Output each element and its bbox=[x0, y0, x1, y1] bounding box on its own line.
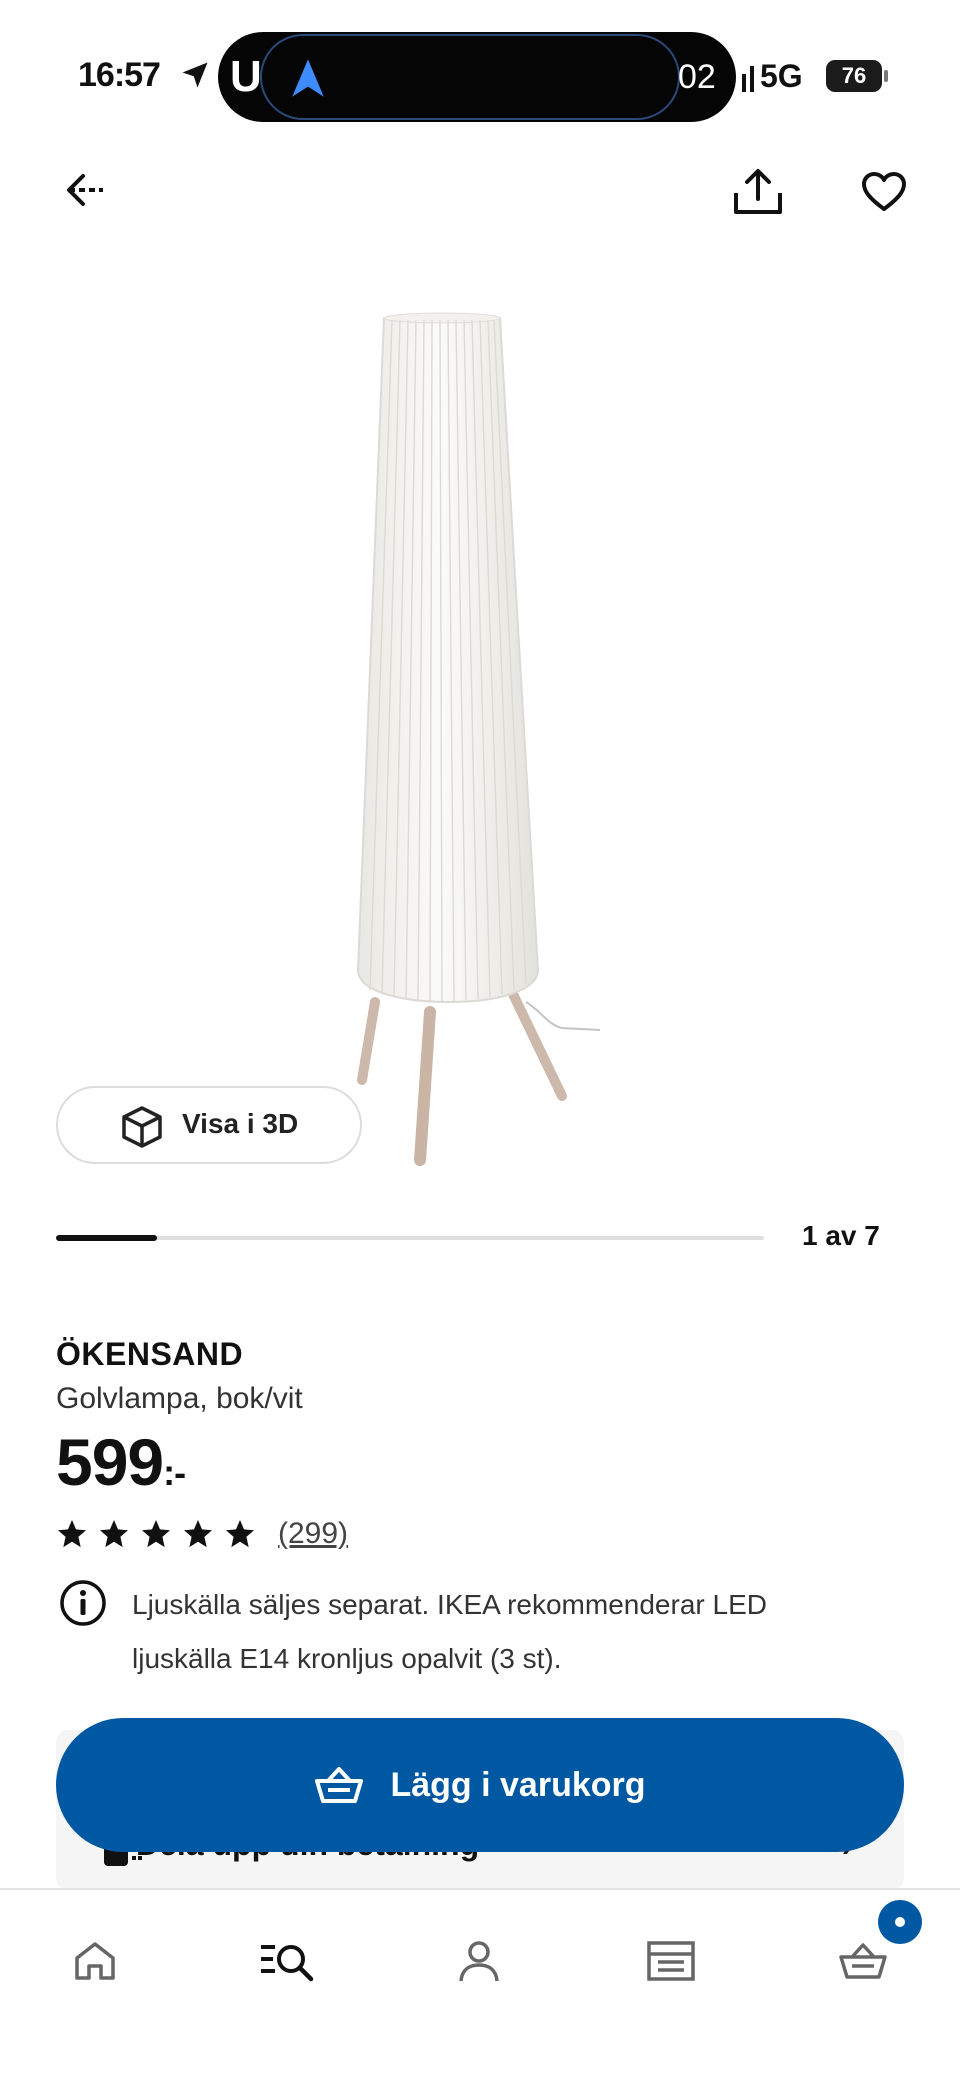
gallery-page-indicator: 1 av 7 bbox=[802, 1220, 880, 1251]
star-icon bbox=[142, 1520, 170, 1548]
star-icon bbox=[100, 1520, 128, 1548]
star-icon bbox=[184, 1520, 212, 1548]
favorite-button[interactable] bbox=[852, 160, 916, 224]
add-to-cart-button[interactable]: Lägg i varukorg bbox=[56, 1718, 904, 1852]
island-value: 02 bbox=[678, 58, 716, 96]
tab-profile[interactable] bbox=[444, 1926, 514, 1996]
share-button[interactable] bbox=[726, 160, 790, 224]
heart-icon bbox=[862, 172, 906, 211]
tab-home[interactable] bbox=[60, 1926, 130, 1996]
island-letter: U bbox=[230, 52, 262, 101]
light-source-info: Ljuskälla säljes separat. IKEA rekommend… bbox=[132, 1589, 767, 1674]
status-bar: 16:57 U 02 5G 76 bbox=[0, 0, 960, 150]
star-icon bbox=[58, 1520, 86, 1548]
cart-badge-dot bbox=[895, 1917, 905, 1927]
search-icon bbox=[261, 1945, 314, 1982]
cart-icon bbox=[839, 1943, 887, 1979]
home-icon bbox=[75, 1942, 115, 1980]
gallery-progress-track bbox=[56, 1235, 764, 1241]
bottom-tab-bar bbox=[0, 1888, 960, 2087]
product-rating[interactable]: (299) bbox=[56, 1514, 348, 1554]
signal-icon bbox=[742, 66, 754, 92]
product-name: ÖKENSAND bbox=[56, 1336, 244, 1372]
back-button[interactable] bbox=[56, 160, 116, 220]
product-description: Golvlampa, bok/vit bbox=[56, 1382, 303, 1415]
location-arrow-icon bbox=[182, 62, 208, 88]
product-price: 599:- bbox=[56, 1424, 186, 1500]
navigation-arrow-icon bbox=[292, 59, 324, 97]
view-3d-button[interactable]: Visa i 3D bbox=[56, 1086, 362, 1164]
gallery-progress-fill bbox=[56, 1235, 158, 1241]
profile-icon bbox=[459, 1941, 499, 1982]
info-icon bbox=[60, 1580, 106, 1626]
battery-indicator: 76 bbox=[826, 60, 882, 92]
add-to-cart-label: Lägg i varukorg bbox=[390, 1765, 646, 1804]
tab-search[interactable] bbox=[252, 1926, 322, 1996]
product-image[interactable] bbox=[300, 290, 640, 1170]
battery-cap bbox=[884, 70, 888, 82]
network-label: 5G bbox=[760, 58, 803, 94]
review-count-link[interactable]: (299) bbox=[278, 1517, 348, 1551]
cart-badge bbox=[878, 1900, 922, 1944]
store-icon bbox=[647, 1941, 695, 1981]
status-time: 16:57 bbox=[78, 56, 161, 94]
basket-icon bbox=[315, 1767, 364, 1803]
price-value: 599 bbox=[56, 1425, 164, 1499]
cube-3d-icon bbox=[122, 1106, 162, 1148]
tab-store[interactable] bbox=[636, 1926, 706, 1996]
share-icon bbox=[734, 169, 782, 214]
back-arrow-icon bbox=[67, 174, 103, 206]
price-suffix: :- bbox=[163, 1452, 186, 1493]
star-icon bbox=[226, 1520, 254, 1548]
view-3d-label: Visa i 3D bbox=[182, 1108, 299, 1139]
